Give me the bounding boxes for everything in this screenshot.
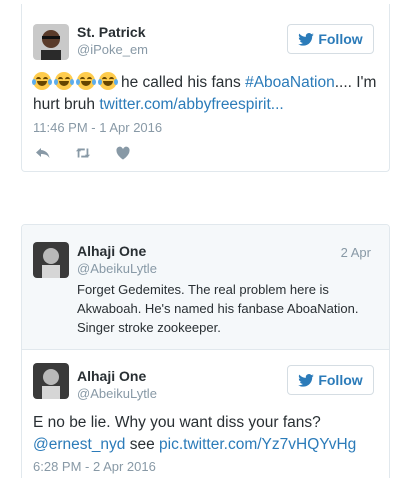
pic-link[interactable]: pic.twitter.com/Yz7vHQYvHg [159, 436, 356, 453]
hashtag-link[interactable]: #AbоaNation [245, 74, 335, 91]
quoted-text-line: Forget Gedemites. The real problem here … [77, 282, 329, 297]
mention-link[interactable]: @ernest_nyd [33, 436, 125, 453]
tweet-text-part: he called his fans [121, 74, 246, 91]
tweet-card-st-patrick: St. Patrick @iPoke_em Follow he called h… [21, 4, 390, 172]
twitter-bird-icon [298, 373, 315, 387]
tweet-timestamp[interactable]: 6:28 PM - 2 Apr 2016 [33, 459, 156, 474]
avatar[interactable] [33, 242, 69, 278]
reply-icon[interactable] [35, 145, 51, 161]
tweet-timestamp[interactable]: 11:46 PM - 1 Apr 2016 [33, 120, 162, 135]
author-name[interactable]: Alhaji One [77, 368, 146, 384]
quoted-text-line: Akwaboah. He's named his fanbase AboaNat… [77, 301, 359, 316]
follow-label: Follow [318, 31, 363, 47]
twitter-bird-icon [298, 32, 315, 46]
author-handle[interactable]: @AbeikuLytle [77, 386, 157, 401]
parent-tweet[interactable]: Alhaji One @AbeikuLytle 2 Apr Forget Ged… [22, 225, 389, 350]
author-name[interactable]: Alhaji One [77, 243, 146, 259]
author-handle[interactable]: @iPoke_em [77, 42, 148, 57]
follow-button[interactable]: Follow [287, 24, 374, 54]
tweet-text-part: see [125, 436, 160, 453]
face-with-tears-of-joy-icon [98, 72, 118, 90]
tweet-card-alhaji-one: Alhaji One @AbeikuLytle 2 Apr Forget Ged… [21, 224, 390, 478]
like-icon[interactable] [115, 145, 131, 161]
face-with-tears-of-joy-icon [76, 72, 96, 90]
face-with-tears-of-joy-icon [54, 72, 74, 90]
tweet-text: he called his fans #AbоaNation.... I'm h… [32, 72, 383, 116]
tweet-date[interactable]: 2 Apr [341, 245, 371, 260]
follow-label: Follow [318, 372, 363, 388]
tweet-actions [35, 145, 131, 161]
retweet-icon[interactable] [75, 145, 91, 161]
tweet-text-line: @ernest_nyd see pic.twitter.com/Yz7vHQYv… [33, 434, 383, 456]
face-with-tears-of-joy-icon [32, 72, 52, 90]
author-handle[interactable]: @AbeikuLytle [77, 261, 157, 276]
tweet-text: E no be lie. Why you want diss your fans… [33, 412, 383, 456]
url-link[interactable]: twitter.com/abbyfreespirit... [99, 96, 283, 113]
avatar[interactable] [33, 363, 69, 399]
quoted-text-line: Singer stroke zookeeper. [77, 320, 221, 335]
avatar[interactable] [33, 24, 69, 60]
tweet-text-line: E no be lie. Why you want diss your fans… [33, 414, 321, 431]
follow-button[interactable]: Follow [287, 365, 374, 395]
author-name[interactable]: St. Patrick [77, 24, 145, 40]
